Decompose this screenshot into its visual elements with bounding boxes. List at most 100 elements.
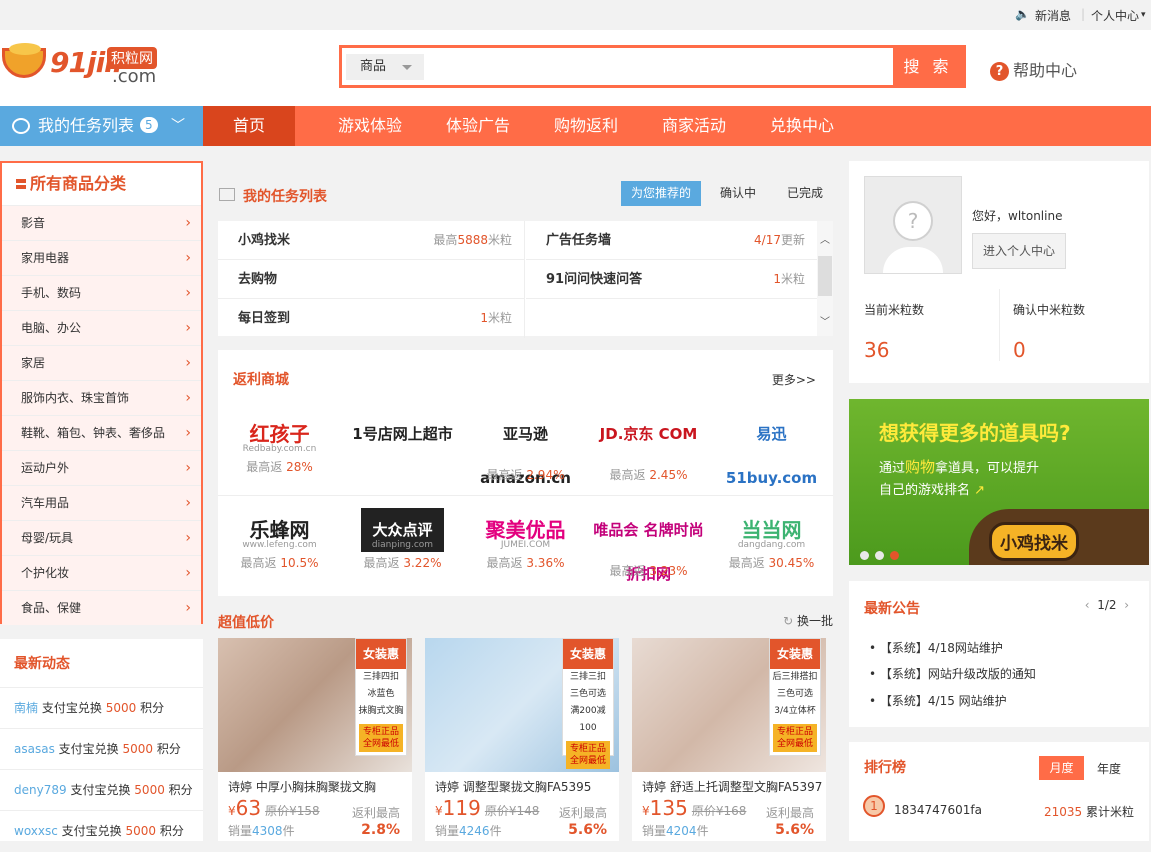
chevron-down-icon[interactable]: ﹀ — [820, 313, 830, 328]
brand-item[interactable]: 唯品会 名牌时尚折扣网 最高返 3.23% — [587, 508, 710, 583]
new-messages-link[interactable]: 新消息 — [1035, 7, 1071, 24]
product-card[interactable]: 女装惠 后三排搭扣 三色可选 3/4立体杯 专柜正品 全网最低 诗婷 舒适上托调整型文胸F… — [632, 638, 826, 841]
category-item[interactable]: 个护化妆 › — [2, 555, 201, 590]
enter-personal-center-button[interactable]: 进入个人中心 — [972, 233, 1066, 269]
category-item[interactable]: 食品、保健 › — [2, 590, 201, 625]
avatar[interactable]: ? — [864, 176, 962, 274]
brand-item[interactable]: JD.京东 COM 最高返 2.45% — [587, 412, 710, 483]
brand-item[interactable]: 红孩子 Redbaby.com.cn 最高返 28% — [218, 412, 341, 475]
brand-item[interactable]: 当当网 dangdang.com 最高返 30.45% — [710, 508, 833, 571]
brand-item[interactable]: 聚美优品 JUMEI.COM 最高返 3.36% — [464, 508, 587, 571]
category-item[interactable]: 手机、数码 › — [2, 275, 201, 310]
banner-line1: 通过购物拿道具，可以提升 — [879, 458, 1040, 476]
search-category-select[interactable]: 商品 — [346, 54, 424, 80]
tab-completed[interactable]: 已完成 — [780, 181, 830, 206]
nav-exchange-center[interactable]: 兑换中心 — [770, 106, 834, 146]
more-link[interactable]: 更多>> — [772, 371, 816, 388]
activity-amount: 5000 — [125, 824, 157, 838]
nav-merchant-activity[interactable]: 商家活动 — [662, 106, 726, 146]
task-list-dropdown[interactable]: 我的任务列表 5 ﹀ — [0, 106, 203, 146]
current-points: 当前米粒数 36 — [864, 301, 924, 362]
nav-home[interactable]: 首页 — [203, 106, 295, 146]
category-item[interactable]: 影音 › — [2, 205, 201, 240]
task-list-panel: 我的任务列表 为您推荐的 确认中 已完成 小鸡找米 最高5888米粒 广告任务墙 4… — [218, 161, 833, 338]
personal-center-link[interactable]: 个人中心 — [1091, 7, 1139, 24]
product-tag: 女装惠 三排四扣 冰蓝色 抹胸式文胸 专柜正品 全网最低 — [355, 638, 407, 756]
medal-icon: 1 — [863, 795, 885, 817]
user-link[interactable]: 南楠 — [14, 701, 38, 715]
product-name[interactable]: 诗婷 舒适上托调整型文胸FA5397 — [642, 778, 822, 795]
carousel-dot[interactable] — [875, 551, 884, 560]
nav-shopping-rebate[interactable]: 购物返利 — [554, 106, 618, 146]
task-reward: 1米粒 — [773, 272, 805, 286]
activity-text: 支付宝兑换 — [70, 783, 131, 797]
product-card[interactable]: 女装惠 三排四扣 冰蓝色 抹胸式文胸 专柜正品 全网最低 诗婷 中厚小胸抹胸聚拢文胸 ¥63… — [218, 638, 412, 841]
activity-unit: 积分 — [159, 824, 184, 838]
announcement-item[interactable]: • 【系统】4/18网站维护 — [869, 639, 1003, 656]
brand-logo: 易迅 51buy.com — [725, 425, 818, 487]
refresh-button[interactable]: ↻ 换一批 — [783, 612, 833, 629]
category-label: 手机、数码 — [21, 286, 82, 300]
brand-logo: 唯品会 名牌时尚折扣网 — [593, 521, 704, 583]
user-link[interactable]: asasas — [14, 742, 55, 756]
user-link[interactable]: woxxsc — [14, 824, 58, 838]
speaker-icon: 🔈 — [1015, 7, 1030, 21]
tab-monthly[interactable]: 月度 — [1039, 756, 1084, 780]
category-item[interactable]: 鞋靴、箱包、钟表、奢侈品 › — [2, 415, 201, 450]
rebate-label: 返利最高 — [558, 806, 607, 820]
announcement-item[interactable]: • 【系统】4/15 网站维护 — [869, 692, 1007, 709]
nav-ad-experience[interactable]: 体验广告 — [446, 106, 510, 146]
category-item[interactable]: 电脑、办公 › — [2, 310, 201, 345]
task-item[interactable]: 广告任务墙 4/17更新 — [526, 221, 817, 260]
category-label: 鞋靴、箱包、钟表、奢侈品 — [21, 426, 166, 440]
brand-item[interactable]: 易迅 51buy.com — [710, 412, 833, 487]
brand-item[interactable]: 大众点评 dianping.com 最高返 3.22% — [341, 508, 464, 571]
category-item[interactable]: 汽车用品 › — [2, 485, 201, 520]
chevron-left-icon[interactable]: ‹ — [1085, 598, 1090, 612]
tab-recommended[interactable]: 为您推荐的 — [621, 181, 701, 206]
chevron-right-icon: › — [185, 530, 191, 546]
task-list-scrollbar[interactable]: ︿ ﹀ — [817, 221, 833, 336]
category-item[interactable]: 家用电器 › — [2, 240, 201, 275]
task-item[interactable]: 小鸡找米 最高5888米粒 — [218, 221, 525, 260]
category-item[interactable]: 服饰内衣、珠宝首饰 › — [2, 380, 201, 415]
task-item[interactable]: 每日签到 1米粒 — [218, 299, 525, 338]
announcement-item[interactable]: • 【系统】网站升级改版的通知 — [869, 665, 1036, 682]
product-card[interactable]: 女装惠 三排三扣 三色可选 满200减100 专柜正品 全网最低诗婷 调整型聚拢文胸FA… — [425, 638, 619, 841]
task-item[interactable]: 去购物 — [218, 260, 525, 299]
help-center-link[interactable]: ? 帮助中心 — [990, 57, 1077, 81]
category-label: 家居 — [21, 356, 46, 370]
category-item[interactable]: 运动户外 › — [2, 450, 201, 485]
rebate-percent: 2.8% — [361, 822, 400, 838]
search-input[interactable] — [428, 51, 888, 82]
rebate-mall-panel: 返利商城 更多>> 红孩子 Redbaby.com.cn 最高返 28% 1号店网上超… — [218, 350, 833, 596]
carousel-dot-active[interactable] — [890, 551, 899, 560]
brand-sub: dangdang.com — [737, 540, 806, 550]
task-item[interactable]: 91问问快速问答 1米粒 — [526, 260, 817, 299]
scrollbar-thumb[interactable] — [818, 256, 832, 296]
category-item[interactable]: 家居 › — [2, 345, 201, 380]
brand-item[interactable]: 亚马逊 amazon.cn 最高返 2.94% — [464, 412, 587, 487]
tab-yearly[interactable]: 年度 — [1097, 760, 1121, 777]
carousel-dot[interactable] — [860, 551, 869, 560]
chevron-right-icon: › — [185, 390, 191, 406]
user-link[interactable]: deny789 — [14, 783, 67, 797]
task-count-badge: 5 — [140, 117, 158, 133]
category-item[interactable]: 母婴/玩具 › — [2, 520, 201, 555]
product-tag: 女装惠 三排三扣 三色可选 满200减100 专柜正品 全网最低 — [562, 638, 614, 769]
rebate-mall-title: 返利商城 — [233, 372, 289, 388]
product-price: ¥119 原价¥148 — [435, 796, 540, 820]
search-button[interactable]: 搜 索 — [893, 48, 963, 85]
nav-game-experience[interactable]: 游戏体验 — [338, 106, 402, 146]
category-label: 个护化妆 — [21, 566, 70, 580]
promo-banner[interactable]: 想获得更多的道具吗? 通过购物拿道具，可以提升 自己的游戏排名 ↗ 小鸡找米 — [849, 399, 1149, 565]
product-name[interactable]: 诗婷 中厚小胸抹胸聚拢文胸 — [228, 778, 376, 795]
tab-confirming[interactable]: 确认中 — [713, 181, 763, 206]
brand-item[interactable]: 1号店网上超市 — [341, 412, 464, 466]
product-name[interactable]: 诗婷 调整型聚拢文胸FA5395 — [435, 778, 591, 795]
page-indicator: 1/2 — [1097, 598, 1117, 612]
chevron-right-icon[interactable]: › — [1124, 598, 1129, 612]
chevron-up-icon[interactable]: ︿ — [820, 231, 830, 246]
brand-item[interactable]: 乐蜂网 www.lefeng.com 最高返 10.5% — [218, 508, 341, 571]
chevron-down-icon[interactable]: ▾ — [1141, 10, 1146, 20]
